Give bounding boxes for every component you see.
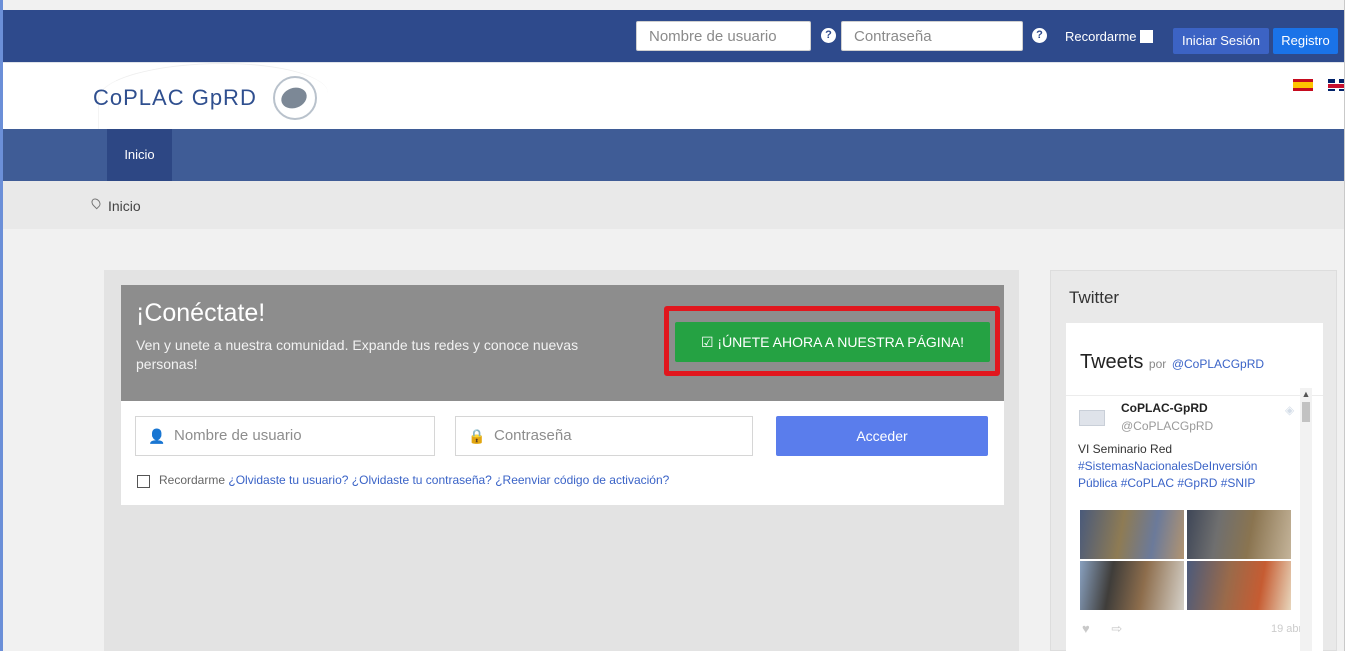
remember-me-label: Recordarme — [159, 473, 226, 487]
map-pin-icon — [89, 196, 103, 210]
user-icon: 👤 — [148, 428, 166, 444]
browser-viewport: Nombre de usuario ? Contraseña ? Recorda… — [0, 0, 1345, 651]
scroll-up-icon[interactable]: ▲ — [1300, 388, 1312, 400]
tweets-scrollbar[interactable]: ▲ — [1300, 388, 1312, 651]
check-calendar-icon: ☑ — [700, 334, 714, 350]
password-placeholder: Contraseña — [494, 427, 572, 444]
question-circle-icon[interactable]: ? — [1032, 28, 1047, 43]
tweet-actions: ♥ ⇨ — [1082, 621, 1122, 637]
scroll-thumb[interactable] — [1302, 402, 1310, 422]
tweet-photo[interactable] — [1187, 510, 1291, 559]
tweet-item[interactable]: CoPLAC-GpRD @CoPLACGpRD ◈ VI Seminario R… — [1066, 395, 1323, 651]
twitter-panel: Twitter Tweets por @CoPLACGpRD CoPLAC-Gp… — [1050, 270, 1337, 651]
uk-flag-icon[interactable] — [1328, 79, 1344, 91]
join-now-label: ¡ÚNETE AHORA A NUESTRA PÁGINA! — [717, 334, 965, 350]
tweet-author-name[interactable]: CoPLAC-GpRD — [1121, 401, 1208, 415]
login-form: 👤 Nombre de usuario 🔒 Contraseña Acceder… — [121, 401, 1004, 505]
heart-icon[interactable]: ♥ — [1082, 621, 1090, 636]
lock-icon: 🔒 — [468, 428, 486, 444]
join-now-button[interactable]: ☑ ¡ÚNETE AHORA A NUESTRA PÁGINA! — [675, 322, 990, 362]
tweet-hashtags[interactable]: #SistemasNacionalesDeInversión Pública #… — [1078, 459, 1257, 490]
avatar[interactable] — [1079, 410, 1105, 426]
question-circle-icon[interactable]: ? — [821, 28, 836, 43]
username-field[interactable]: 👤 Nombre de usuario — [135, 416, 435, 456]
remember-checkbox[interactable] — [1140, 30, 1153, 43]
twitter-bird-icon: ◈ — [1285, 403, 1295, 417]
tweet-text: VI Seminario Red #SistemasNacionalesDeIn… — [1078, 441, 1300, 492]
tweets-title: Tweets — [1080, 351, 1144, 373]
tweets-por: por — [1148, 357, 1167, 371]
tweets-handle-link[interactable]: @CoPLACGpRD — [1172, 357, 1264, 371]
tweets-heading: Tweets por @CoPLACGpRD — [1080, 351, 1264, 374]
acceder-button[interactable]: Acceder — [776, 416, 988, 456]
tweet-photo[interactable] — [1187, 561, 1291, 610]
resend-code-link[interactable]: ¿Reenviar código de activación? — [495, 473, 669, 487]
top-password-input[interactable]: Contraseña — [841, 21, 1023, 51]
forgot-password-link[interactable]: ¿Olvidaste tu contraseña? — [352, 473, 492, 487]
twitter-widget: Tweets por @CoPLACGpRD CoPLAC-GpRD @CoPL… — [1066, 323, 1323, 651]
main-nav: Inicio — [3, 129, 1344, 181]
twitter-panel-title: Twitter — [1069, 288, 1120, 307]
globe-logo-icon — [273, 76, 317, 120]
tweet-author-handle[interactable]: @CoPLACGpRD — [1121, 419, 1213, 433]
breadcrumb: Inicio — [3, 181, 1344, 229]
remember-row: Recordarme ¿Olvidaste tu usuario? ¿Olvid… — [159, 473, 669, 487]
brand-header: CoPLAC GpRD — [3, 62, 1344, 129]
nav-item-inicio[interactable]: Inicio — [107, 129, 172, 181]
register-button[interactable]: Registro — [1273, 28, 1338, 54]
remember-label: Recordarme — [1065, 29, 1137, 44]
es-flag-icon[interactable] — [1293, 79, 1313, 91]
tweet-photo-grid[interactable] — [1080, 510, 1291, 610]
breadcrumb-label[interactable]: Inicio — [108, 198, 141, 214]
top-username-input[interactable]: Nombre de usuario — [636, 21, 811, 51]
top-login-bar: Nombre de usuario ? Contraseña ? Recorda… — [3, 10, 1344, 62]
tweet-photo[interactable] — [1080, 561, 1184, 610]
login-button[interactable]: Iniciar Sesión — [1173, 28, 1269, 54]
forgot-username-link[interactable]: ¿Olvidaste tu usuario? — [228, 473, 348, 487]
tweet-date[interactable]: 19 abr — [1271, 623, 1302, 635]
username-placeholder: Nombre de usuario — [174, 427, 302, 444]
tweet-text-plain: VI Seminario Red — [1078, 442, 1173, 456]
tweet-photo[interactable] — [1080, 510, 1184, 559]
hero-title: ¡Conéctate! — [136, 299, 266, 327]
password-field[interactable]: 🔒 Contraseña — [455, 416, 753, 456]
remember-me-checkbox[interactable] — [137, 475, 150, 488]
hero-description: Ven y unete a nuestra comunidad. Expande… — [136, 337, 579, 372]
site-logo-text[interactable]: CoPLAC GpRD — [93, 85, 257, 111]
share-icon[interactable]: ⇨ — [1111, 621, 1122, 636]
